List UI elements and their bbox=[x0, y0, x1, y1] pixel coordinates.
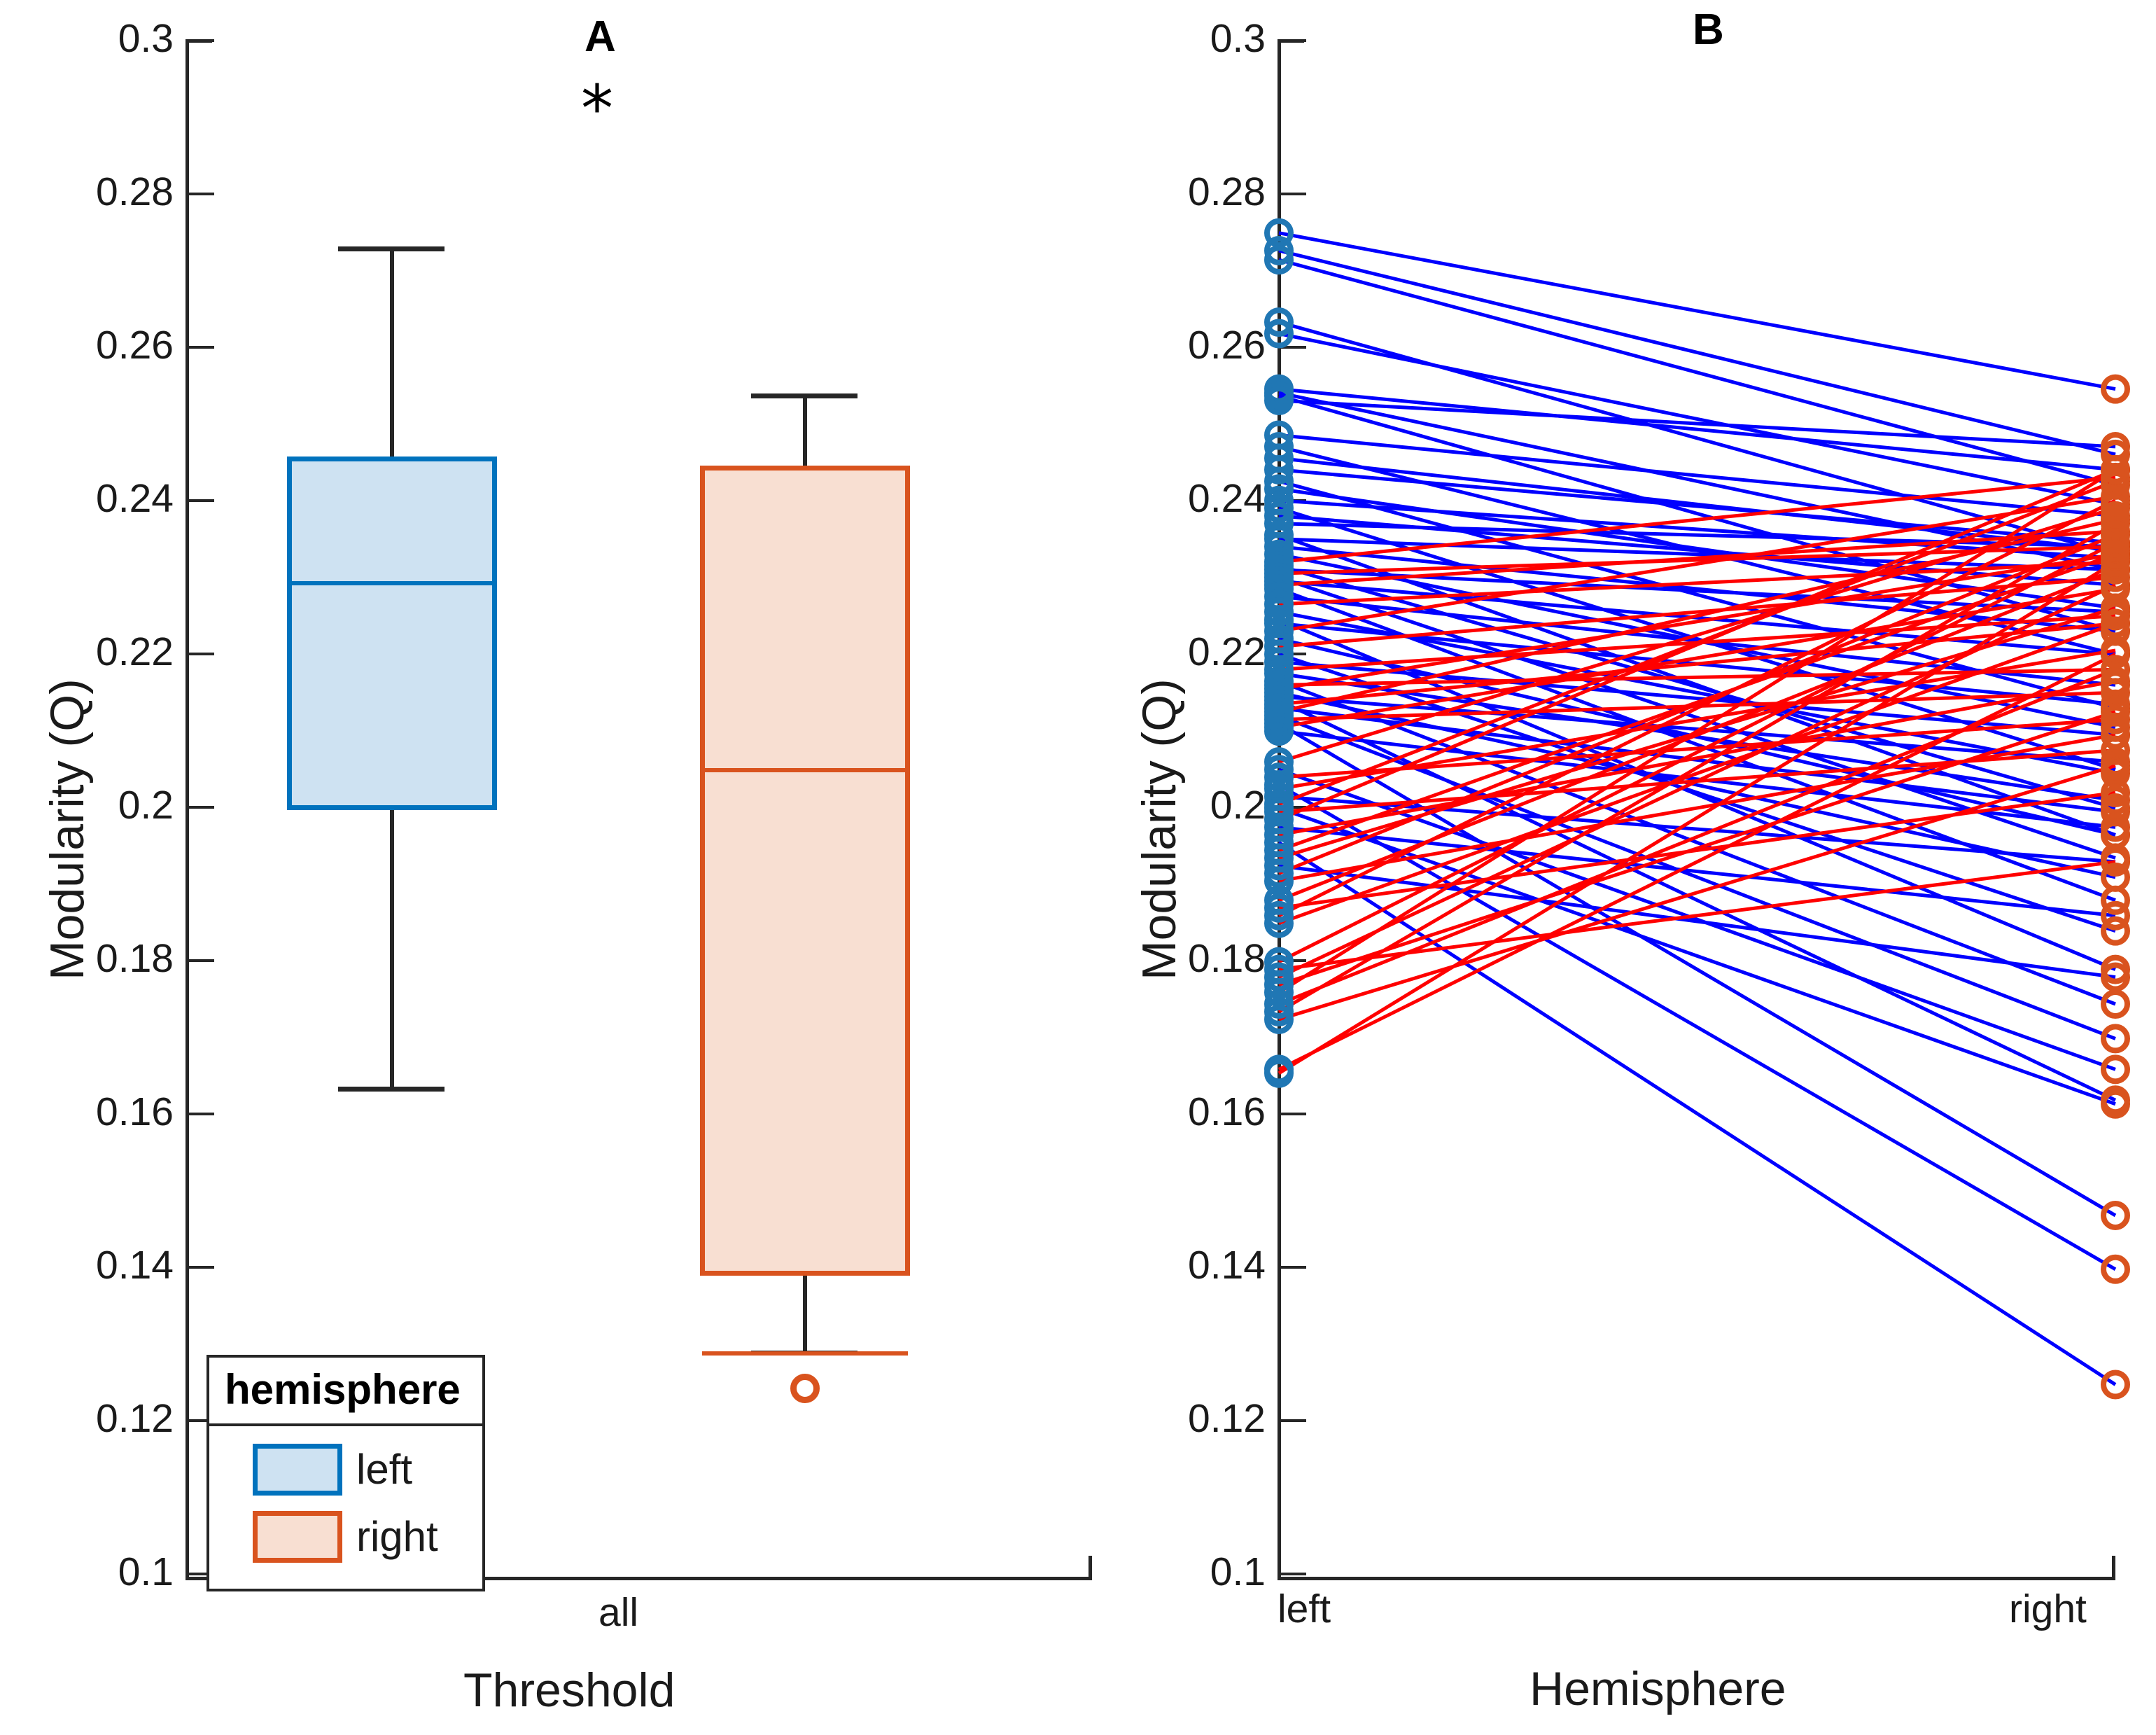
panel-a-ytick-label: 0.14 bbox=[96, 1243, 174, 1288]
panel-a-ytick bbox=[189, 1113, 214, 1115]
boxplot-left-lower-whisker-cap bbox=[338, 1087, 444, 1092]
legend-label-left: left bbox=[356, 1446, 413, 1493]
boxplot-right-median-line bbox=[702, 768, 908, 772]
panel-a-ytick-label: 0.12 bbox=[96, 1396, 174, 1441]
panel-a-ytick-label: 0.22 bbox=[96, 629, 174, 674]
boxplot-right-upper-whisker-cap bbox=[751, 393, 858, 398]
boxplot-right-median bbox=[702, 1351, 908, 1356]
significance-asterisk: * bbox=[581, 71, 613, 146]
panel-a-ytick-label: 0.2 bbox=[118, 783, 174, 828]
legend-item-right[interactable]: right bbox=[222, 1503, 470, 1570]
panel-a-ytick bbox=[189, 1266, 214, 1269]
panel-b: B 0.3 0.28 0.26 0.24 0.22 0.2 0.18 0.16 … bbox=[1120, 0, 2156, 1735]
legend-title: hemisphere bbox=[209, 1358, 482, 1426]
panel-a-ytick-label: 0.3 bbox=[118, 16, 174, 61]
legend-body: left right bbox=[209, 1426, 482, 1582]
boxplot-left-box bbox=[287, 457, 497, 810]
paired-lines-plot bbox=[1264, 218, 2130, 1400]
boxplot-left-lower-whisker bbox=[390, 809, 394, 1089]
panel-a-ytick bbox=[189, 959, 214, 962]
legend-swatch-right bbox=[253, 1511, 342, 1563]
panel-a-x-axis-title: Threshold bbox=[463, 1664, 676, 1717]
boxplot-right-box bbox=[700, 466, 910, 1276]
panel-a-ytick-label: 0.24 bbox=[96, 476, 174, 521]
boxplot-right-upper-whisker bbox=[803, 396, 807, 473]
panel-a-ytick-label: 0.1 bbox=[118, 1549, 174, 1594]
panel-a-ytick bbox=[189, 806, 214, 809]
boxplot-left-upper-whisker bbox=[390, 249, 394, 459]
boxplot-right-outlier bbox=[790, 1374, 820, 1403]
panel-a-ytick bbox=[189, 39, 214, 42]
panel-a-ytick-label: 0.28 bbox=[96, 169, 174, 214]
panel-a-ytick bbox=[189, 653, 214, 655]
panel-a-ytick bbox=[189, 499, 214, 502]
panel-a-ytick-label: 0.26 bbox=[96, 323, 174, 368]
panel-a-xtick-label: all bbox=[598, 1590, 639, 1635]
legend-item-left[interactable]: left bbox=[222, 1436, 470, 1503]
panel-a-title: A bbox=[584, 13, 616, 61]
boxplot-right-lower-whisker bbox=[803, 1267, 807, 1353]
panel-a-ytick bbox=[189, 346, 214, 349]
panel-a-ytick-label: 0.18 bbox=[96, 936, 174, 981]
boxplot-left-median bbox=[289, 581, 495, 585]
panel-a-x-axis-right-tick bbox=[1088, 1556, 1092, 1580]
panel-a-y-axis bbox=[186, 39, 189, 1580]
boxplot-left-upper-whisker-cap bbox=[338, 246, 444, 251]
panel-a-y-axis-title: Modularity (Q) bbox=[41, 678, 94, 980]
legend-label-right: right bbox=[356, 1513, 438, 1560]
legend-swatch-left bbox=[253, 1444, 342, 1496]
legend-hemisphere: hemisphere left right bbox=[206, 1355, 485, 1591]
panel-a-ytick bbox=[189, 193, 214, 195]
figure-canvas: A * 0.3 0.28 0.26 0.24 0.22 0.2 0.18 0.1… bbox=[0, 0, 2156, 1735]
panel-a-ytick-label: 0.16 bbox=[96, 1089, 174, 1134]
panel-a: A * 0.3 0.28 0.26 0.24 0.22 0.2 0.18 0.1… bbox=[0, 0, 1120, 1735]
